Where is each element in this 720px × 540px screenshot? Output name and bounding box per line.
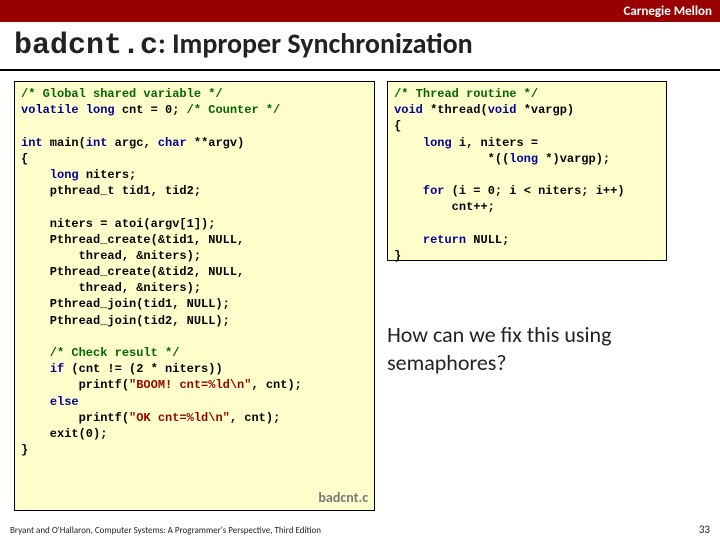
page-number: 33: [699, 523, 710, 536]
slide-title: badcnt.c: Improper Synchronization: [0, 22, 720, 71]
left-code-block: /* Global shared variable */ volatile lo…: [14, 81, 375, 511]
content-area: /* Global shared variable */ volatile lo…: [0, 71, 720, 511]
title-text: : Improper Synchronization: [158, 26, 473, 61]
header-bar: Carnegie Mellon: [0, 0, 720, 22]
code-filename-label: badcnt.c: [318, 489, 368, 508]
question-text: How can we fix this using semaphores?: [387, 321, 706, 376]
footer-citation: Bryant and O'Hallaron, Computer Systems:…: [10, 525, 321, 536]
institution-label: Carnegie Mellon: [623, 4, 712, 19]
right-code-block: /* Thread routine */ void *thread(void *…: [387, 81, 667, 261]
title-code: badcnt.c: [14, 29, 158, 63]
right-column: /* Thread routine */ void *thread(void *…: [387, 81, 706, 511]
